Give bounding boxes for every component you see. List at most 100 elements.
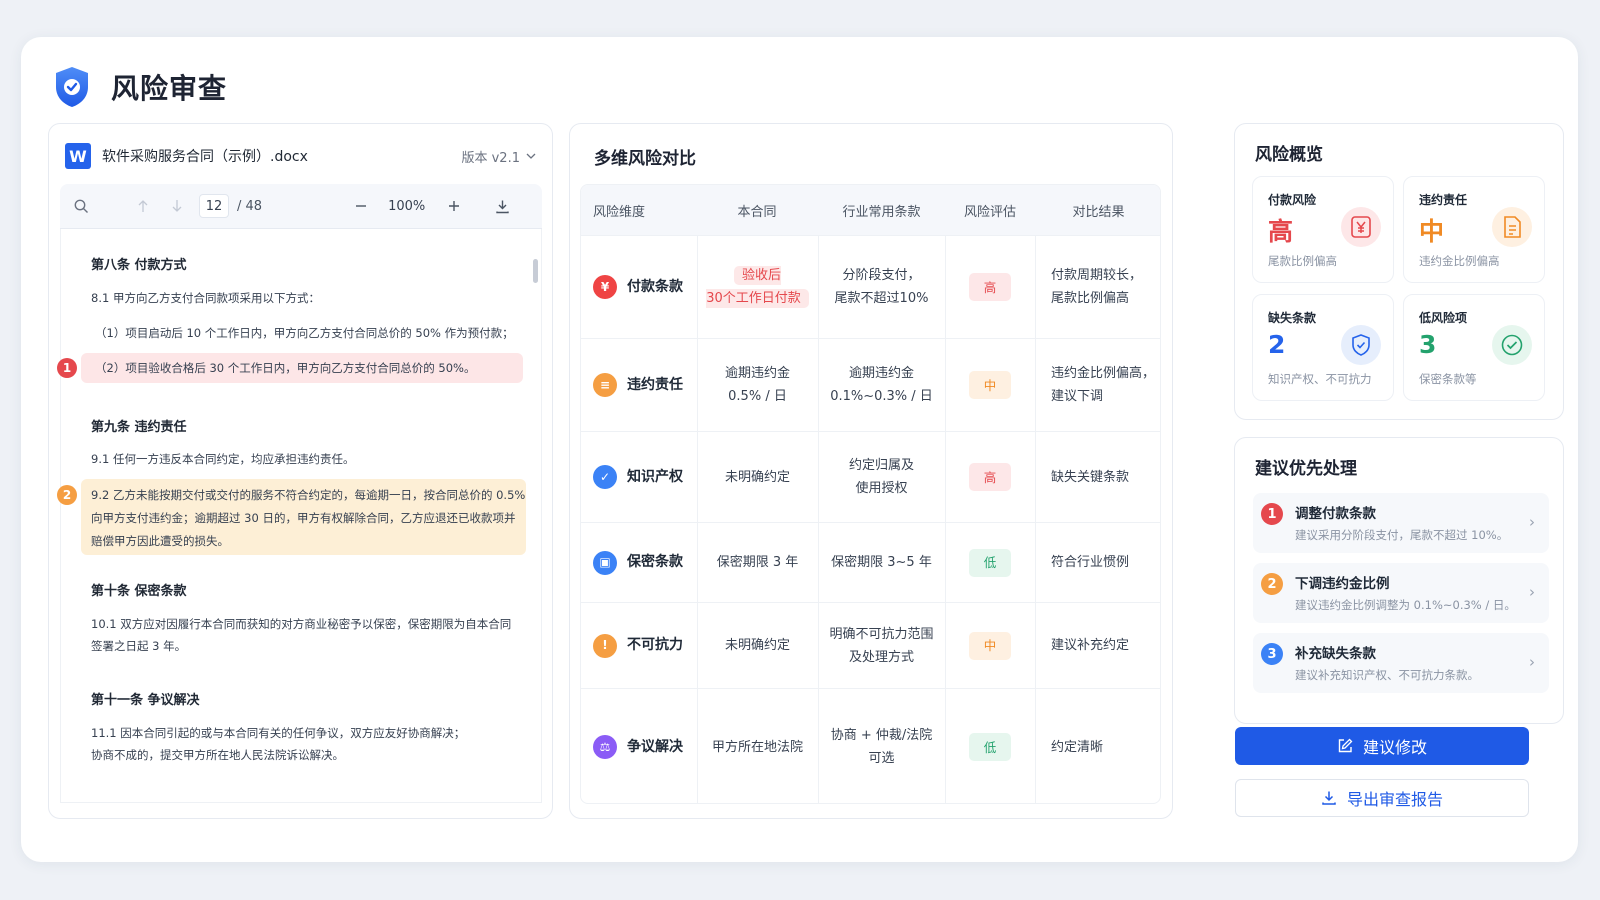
comparison-title: 多维风险对比 xyxy=(594,149,696,169)
chevron-right-icon: › xyxy=(1529,583,1535,601)
paragraph-highlighted: 赔偿甲方因此遭受的损失。 xyxy=(91,534,229,548)
suggestion-number: 1 xyxy=(1261,503,1283,525)
table-row[interactable]: ⚖ 争议解决 甲方所在地法院 协商 + 仲裁/法院 可选低约定清晰 xyxy=(581,688,1160,803)
scrollbar-thumb[interactable] xyxy=(533,259,538,283)
result-cell: 符合行业惯例 xyxy=(1051,523,1160,602)
stat-card-missing[interactable]: 缺失条款 2 知识产权、不可抗力 xyxy=(1252,294,1394,401)
industry-cell: 分阶段支付， 尾款不超过10% xyxy=(818,236,945,338)
table-row[interactable]: ✓ 知识产权 未明确约定 约定归属及 使用授权高缺失关键条款 xyxy=(581,431,1160,522)
contract-cell: 保密期限 3 年 xyxy=(697,523,818,602)
column-header: 对比结果 xyxy=(1072,204,1125,220)
table-row[interactable]: ¥ 付款条款 验收后 30个工作日付款 分阶段支付， 尾款不超过10% 高 付款周期较长， 尾款… xyxy=(581,235,1160,338)
dimension-label: 保密条款 xyxy=(627,554,683,570)
stat-value: 2 xyxy=(1268,330,1286,359)
dimension-cell: ! 不可抗力 xyxy=(593,603,697,688)
column-header: 风险维度 xyxy=(593,204,646,220)
column-header: 风险评估 xyxy=(963,204,1016,220)
page-number-input[interactable]: 12 xyxy=(199,194,229,218)
zoom-in-icon[interactable] xyxy=(447,199,461,213)
contract-cell: 未明确约定 xyxy=(697,603,818,688)
stat-subtext: 违约金比例偏高 xyxy=(1419,254,1500,268)
section-title: 第十一条 争议解决 xyxy=(91,693,200,708)
result-cell: 违约金比例偏高， 建议下调 xyxy=(1051,339,1160,431)
result-cell: 付款周期较长， 尾款比例偏高 xyxy=(1051,236,1160,338)
cell-line: 约定清晰 xyxy=(1051,739,1104,755)
section-title: 第八条 付款方式 xyxy=(91,258,187,273)
risk-badge: 高 xyxy=(969,463,1011,491)
arrow-up-icon[interactable] xyxy=(137,199,149,213)
document-toolbar: 12 / 48 100% xyxy=(60,184,542,229)
cell-line: 协商 + 仲裁/法院 xyxy=(830,728,933,743)
stat-card-payment-risk[interactable]: 付款风险 高 尾款比例偏高 xyxy=(1252,176,1394,283)
stat-label: 缺失条款 xyxy=(1268,311,1317,325)
suggestion-item-penalty[interactable]: 2 下调违约金比例 建议违约金比例调整为 0.1%~0.3% / 日。 › xyxy=(1253,563,1549,623)
shield-check-icon: ✓ xyxy=(593,465,617,489)
dimension-cell: ¥ 付款条款 xyxy=(593,236,697,338)
stat-card-low-risk[interactable]: 低风险项 3 保密条款等 xyxy=(1403,294,1545,401)
suggest-edit-label: 建议修改 xyxy=(1362,738,1427,757)
dimension-cell: ▣ 保密条款 xyxy=(593,523,697,602)
search-icon[interactable] xyxy=(74,199,89,214)
suggestions-title: 建议优先处理 xyxy=(1255,459,1357,479)
suggestion-desc: 建议违约金比例调整为 0.1%~0.3% / 日。 xyxy=(1295,598,1516,612)
table-row[interactable]: ≡ 违约责任 逾期违约金 0.5% / 日逾期违约金 0.1%~0.3% / 日中违约金… xyxy=(581,338,1160,431)
cell-line: 尾款比例偏高 xyxy=(1051,291,1130,306)
download-icon[interactable] xyxy=(495,199,510,214)
suggestion-number: 2 xyxy=(1261,573,1283,595)
risk-badge: 中 xyxy=(969,371,1011,399)
yen-document-icon xyxy=(1341,207,1381,247)
stat-subtext: 知识产权、不可抗力 xyxy=(1268,372,1372,386)
stat-card-penalty[interactable]: 违约责任 中 违约金比例偏高 xyxy=(1403,176,1545,283)
arrow-down-icon[interactable] xyxy=(171,199,183,213)
industry-cell: 约定归属及 使用授权 xyxy=(818,432,945,522)
stat-subtext: 尾款比例偏高 xyxy=(1268,254,1337,268)
table-row[interactable]: ▣ 保密条款 保密期限 3 年 保密期限 3~5 年 低 符合行业惯例 xyxy=(581,522,1160,602)
suggestion-item-missing[interactable]: 3 补充缺失条款 建议补充知识产权、不可抗力条款。 › xyxy=(1253,633,1549,693)
cell-line: 未明确约定 xyxy=(724,638,790,653)
exclamation-icon: ! xyxy=(593,633,617,658)
document-header: W 软件采购服务合同（示例）.docx 版本 v2.1 xyxy=(65,142,536,170)
suggestion-title: 补充缺失条款 xyxy=(1295,646,1376,662)
edit-icon xyxy=(1338,738,1353,753)
industry-cell: 逾期违约金 0.1%~0.3% / 日 xyxy=(818,339,945,431)
stat-value: 高 xyxy=(1268,217,1294,246)
word-file-icon: W xyxy=(65,143,91,169)
column-header: 本合同 xyxy=(737,204,777,220)
paragraph-highlighted: 向甲方支付违约金；逾期超过 30 日的，甲方有权解除合同，乙方应退还已收款项并 xyxy=(91,511,516,525)
stat-label: 违约责任 xyxy=(1419,193,1468,207)
suggestion-number: 3 xyxy=(1261,643,1283,665)
suggestion-item-payment[interactable]: 1 调整付款条款 建议采用分阶段支付，尾款不超过 10%。 › xyxy=(1253,493,1549,553)
cell-line: 30个工作日付款 xyxy=(706,291,801,306)
cell-line: 付款周期较长， xyxy=(1051,268,1143,283)
cell-line: 甲方所在地法院 xyxy=(711,739,803,755)
comparison-panel: 多维风险对比 风险维度 本合同 行业常用条款 风险评估 对比结果 ¥ 付款条款 验收… xyxy=(569,123,1173,819)
cell-line: 保密期限 3 年 xyxy=(716,555,799,570)
document-content[interactable]: 第八条 付款方式 8.1 甲方向乙方支付合同款项采用以下方式： （1）项目启动后… xyxy=(60,229,542,803)
scale-icon: ⚖ xyxy=(593,735,617,759)
risk-marker-1[interactable]: 1 xyxy=(57,358,77,378)
industry-cell: 保密期限 3~5 年 xyxy=(818,523,945,602)
suggestion-desc: 建议补充知识产权、不可抗力条款。 xyxy=(1295,668,1479,682)
stat-label: 付款风险 xyxy=(1268,193,1317,207)
cell-line: 约定归属及 xyxy=(848,458,914,473)
paragraph: （1）项目启动后 10 个工作日内，甲方向乙方支付合同总价的 50% 作为预付款… xyxy=(95,326,514,340)
table-row[interactable]: ! 不可抗力 未明确约定 明确不可抗力范围 及处理方式中建议补充约定 xyxy=(581,602,1160,688)
suggestion-desc: 建议采用分阶段支付，尾款不超过 10%。 xyxy=(1295,528,1509,542)
contract-cell: 验收后 30个工作日付款 xyxy=(697,236,818,338)
version-select[interactable]: 版本 v2.1 xyxy=(461,147,536,166)
document-icon xyxy=(1492,207,1532,247)
download-icon xyxy=(1322,791,1336,805)
check-circle-icon xyxy=(1492,325,1532,365)
zoom-out-icon[interactable] xyxy=(354,199,368,213)
risk-marker-2[interactable]: 2 xyxy=(57,485,77,505)
cell-line: 可选 xyxy=(868,751,895,766)
suggestion-title: 调整付款条款 xyxy=(1295,506,1376,522)
suggest-edit-button[interactable]: 建议修改 xyxy=(1235,727,1529,765)
paragraph: 11.1 因本合同引起的或与本合同有关的任何争议，双方应友好协商解决； xyxy=(91,726,466,740)
dimension-label: 不可抗力 xyxy=(627,637,683,653)
cell-line: 0.5% / 日 xyxy=(728,389,787,404)
shield-logo-icon xyxy=(56,67,88,107)
export-report-button[interactable]: 导出审查报告 xyxy=(1235,779,1529,817)
risk-cell: 中 xyxy=(945,603,1035,688)
risk-cell: 低 xyxy=(945,689,1035,803)
